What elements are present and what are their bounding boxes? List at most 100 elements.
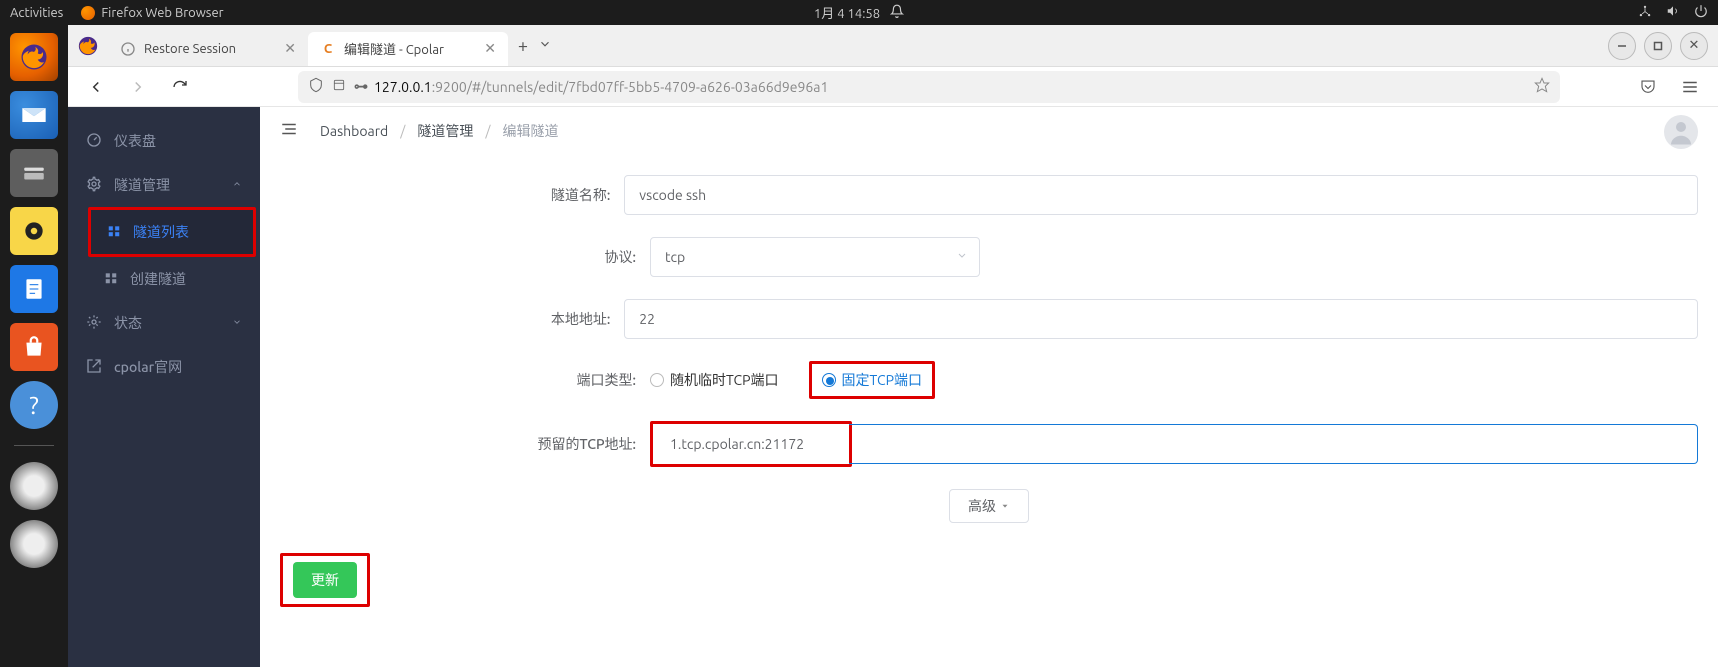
gauge-icon <box>86 132 102 151</box>
dock-media-1[interactable] <box>10 462 58 510</box>
volume-icon[interactable] <box>1666 4 1680 21</box>
dock-firefox[interactable] <box>10 33 58 81</box>
firefox-indicator-icon <box>81 6 95 20</box>
window-close-button[interactable]: ✕ <box>1680 32 1708 60</box>
permissions-icon[interactable]: ⊶ <box>354 78 366 95</box>
status-icon <box>86 314 102 333</box>
breadcrumb-sep: / <box>485 123 490 139</box>
sidebar-label: 仪表盘 <box>114 131 156 151</box>
sidebar-item-dashboard[interactable]: 仪表盘 <box>68 119 260 163</box>
grid-icon <box>104 271 118 288</box>
tab-bar: Restore Session ✕ C 编辑隧道 - Cpolar ✕ + ✕ <box>68 25 1718 67</box>
dock-ubuntu-software[interactable] <box>10 323 58 371</box>
tab-close-icon[interactable]: ✕ <box>484 40 496 57</box>
radio-label: 随机临时TCP端口 <box>670 370 779 390</box>
ubuntu-dock: ? <box>0 25 68 667</box>
field-label-porttype: 端口类型: <box>280 370 650 390</box>
page-header: Dashboard / 隧道管理 / 编辑隧道 <box>260 107 1718 155</box>
reload-button[interactable] <box>166 73 194 101</box>
gnome-top-bar: Activities Firefox Web Browser 1月 4 14:5… <box>0 0 1718 25</box>
radio-icon <box>650 373 664 387</box>
sidebar-toggle-icon[interactable] <box>280 120 298 142</box>
power-icon[interactable] <box>1694 4 1708 21</box>
tab-label: Restore Session <box>144 42 236 56</box>
protocol-select[interactable] <box>650 237 980 277</box>
site-info-icon[interactable] <box>332 78 346 95</box>
settings-icon <box>86 176 102 195</box>
sidebar-sub-tunnel-list[interactable]: 隧道列表 <box>91 210 253 254</box>
back-button[interactable] <box>82 73 110 101</box>
advanced-toggle-button[interactable]: 高级 <box>949 489 1029 523</box>
url-path: :9200/#/tunnels/edit/7fbd07ff-5bb5-4709-… <box>432 79 829 95</box>
app-menu-icon[interactable] <box>1676 73 1704 101</box>
breadcrumb-sep: / <box>400 123 405 139</box>
chevron-up-icon <box>232 179 242 191</box>
radio-random-port[interactable]: 随机临时TCP端口 <box>650 370 779 390</box>
info-icon <box>120 41 136 57</box>
activities-button[interactable]: Activities <box>10 6 63 20</box>
breadcrumb-dashboard[interactable]: Dashboard <box>320 123 388 139</box>
window-controls: ✕ <box>1600 32 1718 60</box>
dock-separator <box>14 445 54 446</box>
breadcrumb-current: 编辑隧道 <box>503 121 559 141</box>
field-label-localaddr: 本地地址: <box>280 309 624 329</box>
clock-label[interactable]: 1月 4 14:58 <box>814 3 880 22</box>
field-label-protocol: 协议: <box>280 247 650 267</box>
network-icon[interactable] <box>1638 4 1652 21</box>
sidebar-item-cpolar-site[interactable]: cpolar官网 <box>68 345 260 389</box>
reserved-tcp-input-extension[interactable] <box>849 424 1698 464</box>
sidebar-item-tunnels[interactable]: 隧道管理 <box>68 163 260 207</box>
dock-help[interactable]: ? <box>10 381 58 429</box>
window-minimize-button[interactable] <box>1608 32 1636 60</box>
shield-icon[interactable] <box>308 77 324 96</box>
firefox-home-icon[interactable] <box>68 35 108 57</box>
radio-fixed-port[interactable]: 固定TCP端口 <box>822 370 923 390</box>
tab-cpolar-edit[interactable]: C 编辑隧道 - Cpolar ✕ <box>308 32 508 66</box>
field-label-name: 隧道名称: <box>280 185 624 205</box>
update-button[interactable]: 更新 <box>293 562 357 598</box>
sidebar-sub-label: 隧道列表 <box>133 222 189 242</box>
main-panel: Dashboard / 隧道管理 / 编辑隧道 隧道名称: 协议: <box>260 107 1718 667</box>
advanced-label: 高级 <box>968 496 996 516</box>
url-host: 127.0.0.1 <box>374 79 432 95</box>
notification-icon[interactable] <box>890 4 904 21</box>
window-maximize-button[interactable] <box>1644 32 1672 60</box>
sidebar-label: cpolar官网 <box>114 357 182 377</box>
firefox-window: Restore Session ✕ C 编辑隧道 - Cpolar ✕ + ✕ <box>68 25 1718 667</box>
pocket-icon[interactable] <box>1634 73 1662 101</box>
app-sidebar: 仪表盘 隧道管理 隧道列表 <box>68 107 260 667</box>
dock-libreoffice-writer[interactable] <box>10 265 58 313</box>
new-tab-button[interactable]: + <box>508 31 538 61</box>
tab-restore-session[interactable]: Restore Session ✕ <box>108 32 308 66</box>
dock-thunderbird[interactable] <box>10 91 58 139</box>
caret-down-icon <box>1000 501 1010 511</box>
field-label-reserved-tcp: 预留的TCP地址: <box>280 434 650 454</box>
tabs-dropdown-icon[interactable] <box>538 37 552 54</box>
reserved-tcp-input-highlighted-segment[interactable] <box>656 427 846 461</box>
sidebar-label: 状态 <box>114 313 142 333</box>
local-address-input[interactable] <box>624 299 1698 339</box>
user-avatar[interactable] <box>1664 115 1698 149</box>
tab-label: 编辑隧道 - Cpolar <box>344 39 444 58</box>
tunnel-name-input[interactable] <box>624 175 1698 215</box>
list-icon <box>107 224 121 241</box>
radio-label: 固定TCP端口 <box>842 370 923 390</box>
nav-toolbar: ⊶ 127.0.0.1:9200/#/tunnels/edit/7fbd07ff… <box>68 67 1718 107</box>
forward-button[interactable] <box>124 73 152 101</box>
external-link-icon <box>86 358 102 377</box>
sidebar-sub-label: 创建隧道 <box>130 269 186 289</box>
sidebar-item-status[interactable]: 状态 <box>68 301 260 345</box>
sidebar-sub-tunnel-create[interactable]: 创建隧道 <box>68 257 260 301</box>
dock-files[interactable] <box>10 149 58 197</box>
edit-tunnel-form: 隧道名称: 协议: 本地地址: 端口 <box>260 155 1718 647</box>
dock-rhythmbox[interactable] <box>10 207 58 255</box>
chevron-down-icon <box>232 317 242 329</box>
radio-icon <box>822 373 836 387</box>
favicon-cpolar: C <box>320 41 336 57</box>
bookmark-star-icon[interactable] <box>1534 77 1550 96</box>
dock-media-2[interactable] <box>10 520 58 568</box>
url-bar[interactable]: ⊶ 127.0.0.1:9200/#/tunnels/edit/7fbd07ff… <box>298 71 1560 103</box>
breadcrumb-tunnels[interactable]: 隧道管理 <box>417 121 473 141</box>
active-app-label: Firefox Web Browser <box>101 6 223 20</box>
tab-close-icon[interactable]: ✕ <box>284 40 296 57</box>
